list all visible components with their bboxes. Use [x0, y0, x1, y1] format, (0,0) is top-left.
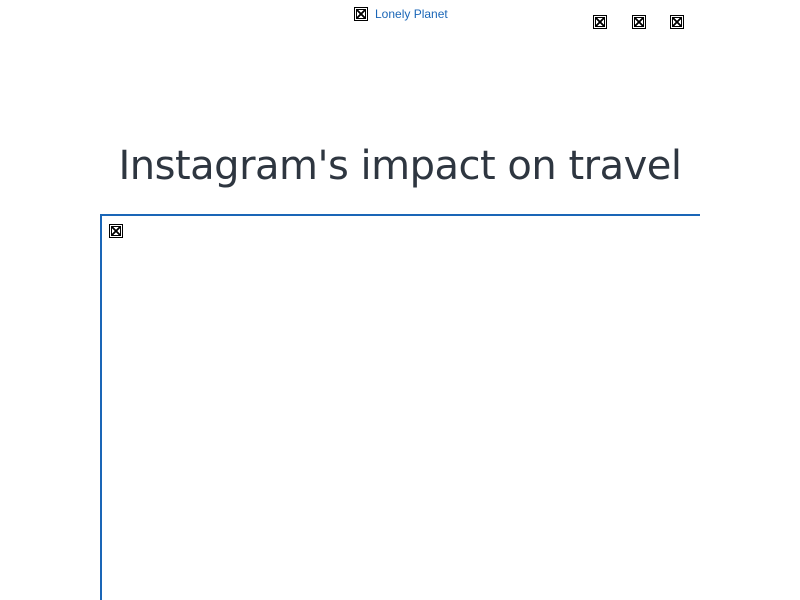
header-utility-1-broken-image-icon[interactable]	[593, 15, 607, 29]
page-title: Instagram's impact on travel	[118, 143, 683, 189]
hero-broken-image-icon	[109, 224, 123, 238]
article-content-frame	[100, 214, 700, 600]
logo-link[interactable]: Lonely Planet	[375, 7, 448, 21]
page: Lonely Planet Instagram's impact on trav…	[0, 0, 800, 600]
header-utility-3-broken-image-icon[interactable]	[670, 15, 684, 29]
header-utility-2-broken-image-icon[interactable]	[632, 15, 646, 29]
logo-broken-image-icon[interactable]	[354, 7, 368, 21]
